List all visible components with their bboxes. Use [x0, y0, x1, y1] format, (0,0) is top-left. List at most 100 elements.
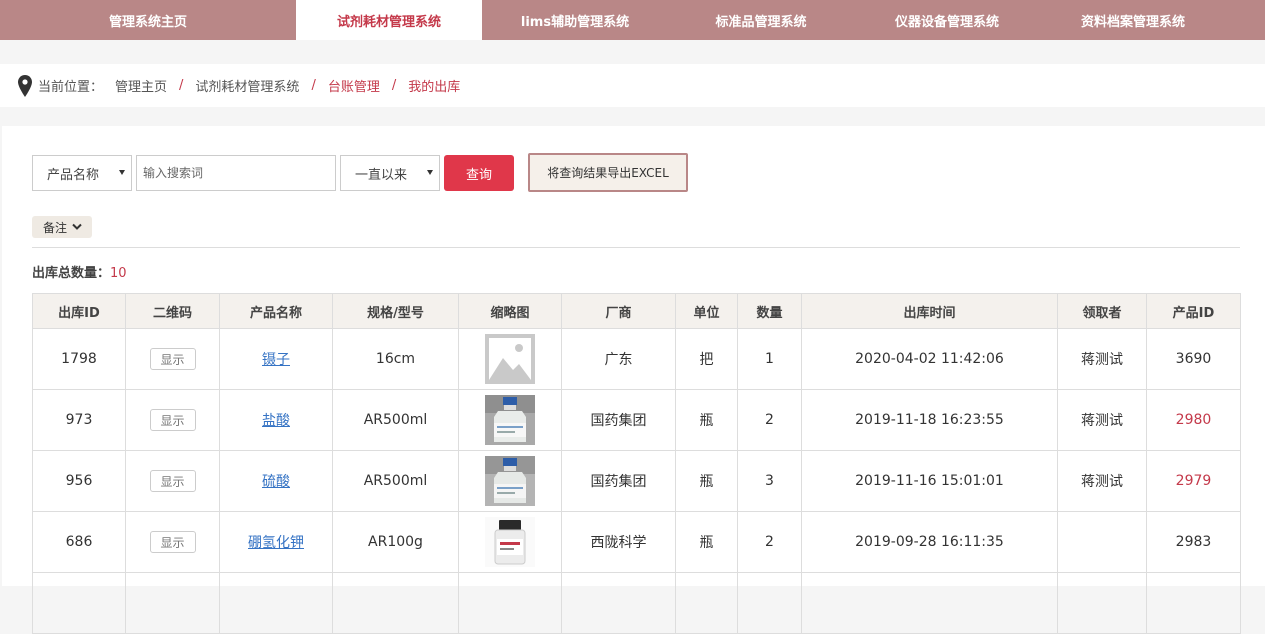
cell-vendor: 国药集团: [561, 389, 676, 451]
header-quantity: 数量: [737, 293, 802, 329]
table-row: 1798 显示 镊子 16cm 广东 把 1 2020-04-02 11:42:…: [32, 328, 1241, 390]
show-qrcode-button[interactable]: 显示: [149, 531, 196, 553]
tab-archive-system[interactable]: 资料档案管理系统: [1040, 0, 1226, 40]
cell-thumbnail: [458, 328, 562, 390]
cell-qrcode: 显示: [125, 389, 220, 451]
product-name-link[interactable]: 盐酸: [262, 413, 290, 429]
cell-qrcode: 显示: [125, 328, 220, 390]
header-thumbnail: 缩略图: [458, 293, 562, 329]
breadcrumb: 当前位置： 管理主页 / 试剂耗材管理系统 / 台账管理 / 我的出库: [0, 64, 1265, 107]
cell-vendor: 广东: [561, 328, 676, 390]
cell-thumbnail: [458, 450, 562, 512]
search-input[interactable]: [136, 155, 336, 191]
note-toggle-label: 备注: [43, 220, 68, 235]
cell-unit: 瓶: [675, 389, 738, 451]
image-placeholder-icon[interactable]: [485, 334, 535, 384]
show-qrcode-button[interactable]: 显示: [149, 470, 196, 492]
cell-vendor: 国药集团: [561, 450, 676, 512]
cell-product-name: 盐酸: [219, 389, 333, 451]
table-row: [32, 572, 1241, 634]
cell-qrcode: 显示: [125, 450, 220, 512]
time-range-select[interactable]: 一直以来: [340, 155, 440, 191]
cell-qrcode: 显示: [125, 511, 220, 573]
breadcrumb-my-outbound: 我的出库: [408, 80, 461, 95]
dropdown-arrow-icon: [119, 170, 125, 175]
tab-admin-home[interactable]: 管理系统主页: [0, 0, 296, 40]
reagent-bottle-thumbnail[interactable]: [485, 395, 535, 445]
header-receiver: 领取者: [1057, 293, 1147, 329]
outbound-total: 出库总数量：10: [32, 262, 127, 281]
time-range-value: 一直以来: [355, 167, 408, 183]
cell-product-id: 2983: [1146, 511, 1241, 573]
query-button[interactable]: 查询: [444, 155, 514, 191]
cell-outbound-time: 2019-11-18 16:23:55: [801, 389, 1058, 451]
header-product-name: 产品名称: [219, 293, 333, 329]
cell-product-name: 硫酸: [219, 450, 333, 512]
table-header-row: 出库ID 二维码 产品名称 规格/型号 缩略图 厂商 单位 数量 出库时间 领取…: [32, 293, 1241, 329]
cell-thumbnail: [458, 511, 562, 573]
main-panel: 产品名称 一直以来 查询 将查询结果导出EXCEL 备注 出库总数量：10 出库…: [2, 126, 1265, 634]
product-name-link[interactable]: 硫酸: [262, 474, 290, 490]
dropdown-arrow-icon: [427, 170, 433, 175]
cell-outbound-time: 2019-09-28 16:11:35: [801, 511, 1058, 573]
top-nav: 管理系统主页 试剂耗材管理系统 lims辅助管理系统 标准品管理系统 仪器设备管…: [0, 0, 1265, 40]
cell-quantity: 1: [737, 328, 802, 390]
cell-receiver: 蒋测试: [1057, 389, 1147, 451]
cell-vendor: 西陇科学: [561, 511, 676, 573]
product-name-link[interactable]: 镊子: [262, 352, 290, 368]
cell-product-id: 3690: [1146, 328, 1241, 390]
cell-spec: AR500ml: [332, 450, 459, 512]
breadcrumb-reagent-system[interactable]: 试剂耗材管理系统: [195, 76, 299, 95]
product-name-link[interactable]: 硼氢化钾: [248, 535, 304, 551]
cell-quantity: 2: [737, 511, 802, 573]
table-row: 686 显示 硼氢化钾 AR100g 西陇科学 瓶 2 2019-09-28 1…: [32, 511, 1241, 573]
cell-product-name: 硼氢化钾: [219, 511, 333, 573]
outbound-table: 出库ID 二维码 产品名称 规格/型号 缩略图 厂商 单位 数量 出库时间 领取…: [32, 293, 1241, 634]
field-select[interactable]: 产品名称: [32, 155, 132, 191]
cell-quantity: 3: [737, 450, 802, 512]
header-unit: 单位: [675, 293, 738, 329]
show-qrcode-button[interactable]: 显示: [149, 348, 196, 370]
cell-unit: 瓶: [675, 511, 738, 573]
cell-spec: AR500ml: [332, 389, 459, 451]
header-outbound-time: 出库时间: [801, 293, 1058, 329]
location-pin-icon: [18, 74, 32, 97]
outbound-total-value: 10: [110, 266, 127, 281]
cell-outbound-time: 2019-11-16 15:01:01: [801, 450, 1058, 512]
tab-standard-system[interactable]: 标准品管理系统: [668, 0, 854, 40]
cell-receiver: 蒋测试: [1057, 450, 1147, 512]
cell-receiver: [1057, 511, 1147, 573]
breadcrumb-admin-home[interactable]: 管理主页: [115, 76, 167, 95]
tab-lims-system[interactable]: lims辅助管理系统: [482, 0, 668, 40]
cell-unit: 把: [675, 328, 738, 390]
table-row: 956 显示 硫酸 AR500ml 国药集团 瓶 3 2019-11-16 15…: [32, 450, 1241, 512]
field-select-value: 产品名称: [47, 167, 100, 183]
header-product-id: 产品ID: [1146, 293, 1241, 329]
header-qrcode: 二维码: [125, 293, 220, 329]
reagent-jar-thumbnail[interactable]: [485, 517, 535, 567]
note-toggle-button[interactable]: 备注: [32, 216, 92, 238]
cell-thumbnail: [458, 389, 562, 451]
cell-quantity: 2: [737, 389, 802, 451]
cell-receiver: 蒋测试: [1057, 328, 1147, 390]
reagent-bottle-thumbnail[interactable]: [485, 456, 535, 506]
cell-outbound-id: 686: [32, 511, 126, 573]
breadcrumb-ledger[interactable]: 台账管理: [328, 76, 380, 95]
tab-reagent-system[interactable]: 试剂耗材管理系统: [296, 0, 482, 40]
export-excel-button[interactable]: 将查询结果导出EXCEL: [528, 153, 688, 192]
cell-unit: 瓶: [675, 450, 738, 512]
show-qrcode-button[interactable]: 显示: [149, 409, 196, 431]
cell-outbound-time: 2020-04-02 11:42:06: [801, 328, 1058, 390]
header-spec: 规格/型号: [332, 293, 459, 329]
header-vendor: 厂商: [561, 293, 676, 329]
breadcrumb-label: 当前位置：: [38, 80, 104, 95]
tab-instrument-system[interactable]: 仪器设备管理系统: [854, 0, 1040, 40]
breadcrumb-separator: /: [391, 78, 397, 93]
cell-outbound-id: 1798: [32, 328, 126, 390]
breadcrumb-separator: /: [179, 78, 184, 93]
divider: [32, 247, 1240, 248]
cell-product-id: 2979: [1146, 450, 1241, 512]
table-row: 973 显示 盐酸 AR500ml 国药集团 瓶 2 2019-11-18 16…: [32, 389, 1241, 451]
cell-outbound-id: 973: [32, 389, 126, 451]
cell-spec: 16cm: [332, 328, 459, 390]
